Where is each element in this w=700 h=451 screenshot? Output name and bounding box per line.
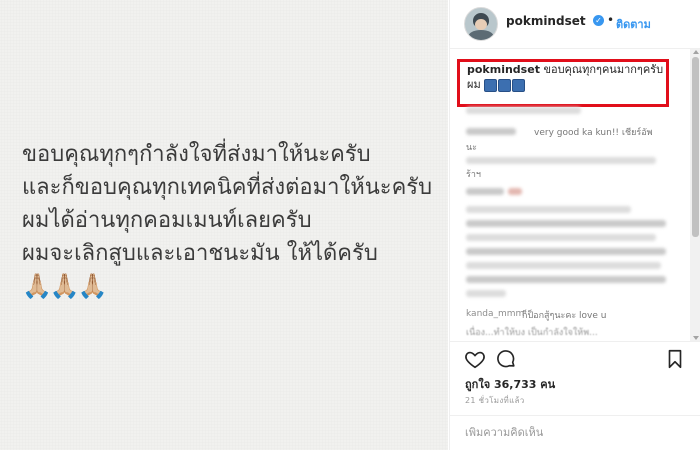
header-username[interactable]: pokmindset — [506, 14, 586, 28]
blurred-text — [466, 248, 666, 255]
post-header: pokmindset ✓ • ติดตาม — [450, 0, 700, 49]
blurred-text — [466, 262, 661, 269]
action-bar — [450, 341, 700, 376]
add-comment-input[interactable] — [465, 426, 685, 439]
post-text-block: ขอบคุณทุกๆกำลังใจที่ส่งมาให้นะครับ และก็… — [22, 138, 442, 270]
blurred-text — [466, 220, 666, 227]
post-image: ขอบคุณทุกๆกำลังใจที่ส่งมาให้นะครับ และก็… — [0, 0, 448, 450]
verified-badge-icon: ✓ — [593, 15, 604, 26]
post-text-line: ผมได้อ่านทุกคอมเมนท์เลยครับ — [22, 208, 312, 233]
blurred-username — [466, 188, 504, 195]
bookmark-icon[interactable] — [664, 348, 686, 370]
caption-username[interactable]: pokmindset — [467, 63, 540, 76]
comment-text: เนื่อง...ทำให้บง เป็นกำลังใจให้พ... — [466, 328, 598, 338]
praying-hands-emoji: 🙏🏼🙏🏼🙏🏼 — [22, 272, 108, 300]
comment-text: นะ — [466, 143, 477, 153]
blurred-text — [466, 276, 666, 283]
scroll-up-arrow-icon[interactable] — [693, 50, 699, 54]
scrollbar-thumb[interactable] — [692, 57, 699, 237]
comments-scrollbar[interactable] — [690, 49, 700, 341]
like-count[interactable]: ถูกใจ 36,733 คน — [465, 375, 555, 393]
comment-text: ก็ป็อกสู้ๆนะคะ love u — [522, 311, 607, 321]
blurred-text — [508, 188, 522, 195]
blurred-username — [466, 128, 516, 135]
post-text-line: ผมจะเลิกสูบและเอาชนะมัน ให้ได้ครับ — [22, 241, 378, 266]
comment-text: very good ka kun!! เชียร์อัพ — [534, 128, 653, 138]
scroll-down-arrow-icon[interactable] — [693, 336, 699, 340]
caption-emoji — [484, 77, 526, 92]
caption: pokmindset ขอบคุณทุกๆคนมากๆครับผม — [467, 62, 667, 92]
comment-text: ร้าฯ — [466, 170, 481, 180]
blurred-text — [466, 290, 506, 297]
follow-button[interactable]: ติดตาม — [616, 15, 651, 33]
comment-username[interactable]: kanda_mmm — [466, 309, 524, 319]
blurred-text — [466, 107, 581, 114]
add-comment-bar — [450, 415, 700, 451]
comment-icon[interactable] — [495, 348, 517, 370]
blurred-text — [466, 206, 631, 213]
post-timestamp[interactable]: 21 ชั่วโมงที่แล้ว — [465, 394, 525, 407]
post-sidebar: pokmindset ✓ • ติดตาม pokmindset ขอบคุณท… — [449, 0, 700, 450]
header-separator: • — [607, 13, 615, 27]
post-text-line: ขอบคุณทุกๆกำลังใจที่ส่งมาให้นะครับ — [22, 142, 371, 167]
heart-icon[interactable] — [464, 348, 486, 370]
post-text-line: และก็ขอบคุณทุกเทคนิคที่ส่งต่อมาให้นะครับ — [22, 175, 433, 200]
comments-list[interactable]: pokmindset ขอบคุณทุกๆคนมากๆครับผม very g… — [450, 49, 690, 341]
avatar[interactable] — [464, 7, 498, 41]
blurred-text — [466, 234, 656, 241]
blurred-text — [466, 157, 656, 164]
